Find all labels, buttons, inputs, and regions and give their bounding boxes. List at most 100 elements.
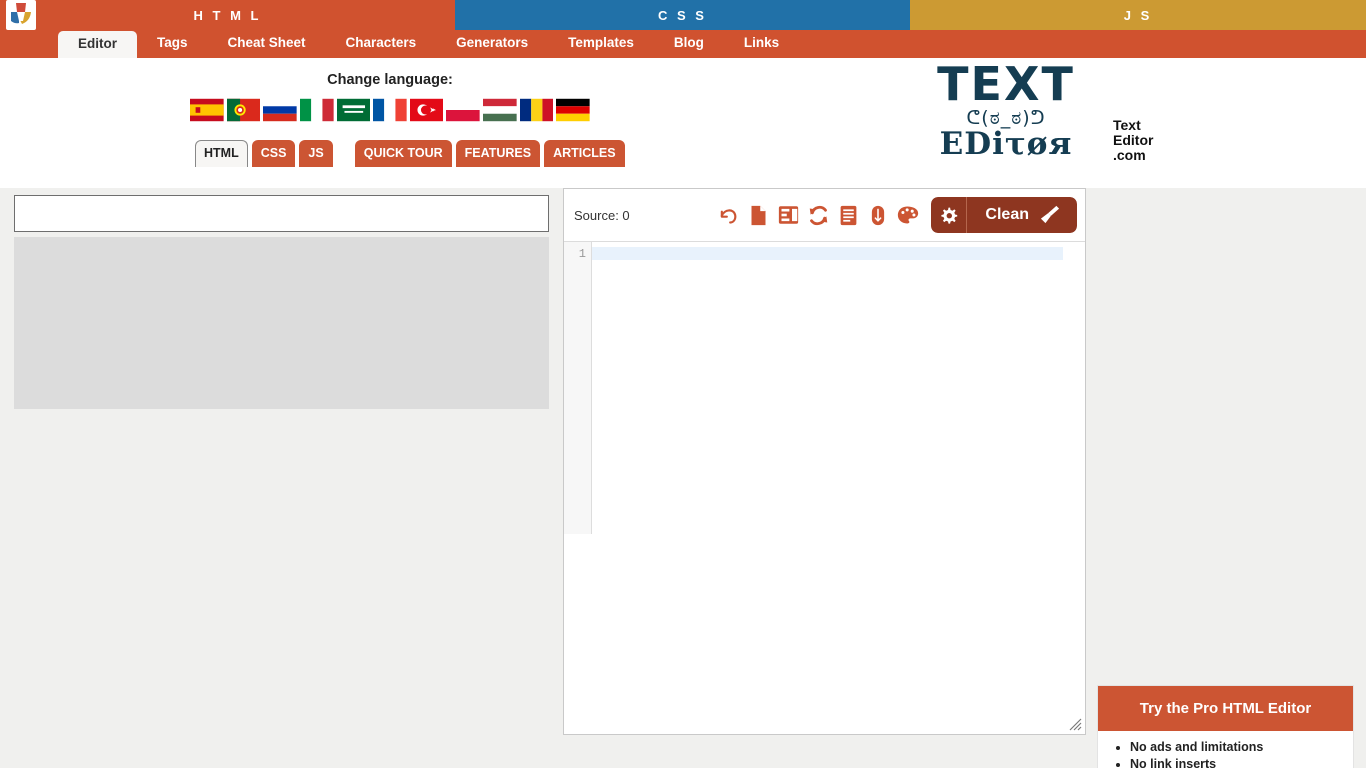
clipboard-list-icon[interactable] xyxy=(837,203,859,227)
flag-hungary[interactable] xyxy=(483,98,517,122)
top-color-bar: H T M L C S S J S xyxy=(0,0,1366,30)
clean-button[interactable]: Clean xyxy=(967,197,1077,233)
ad-feature-list: No ads and limitations No link inserts M… xyxy=(1098,731,1353,768)
pro-editor-ad: Try the Pro HTML Editor No ads and limit… xyxy=(1097,685,1354,768)
preview-render-area[interactable] xyxy=(14,237,549,409)
logo-sidetext-line2: Editor xyxy=(1113,132,1154,148)
nav-label-cheat-sheet: Cheat Sheet xyxy=(227,35,306,50)
tab-quick-tour-label: QUICK TOUR xyxy=(363,146,443,160)
topbar-segment-js[interactable]: J S xyxy=(910,0,1366,30)
nav-item-cheat-sheet[interactable]: Cheat Sheet xyxy=(208,30,326,58)
flag-italy[interactable] xyxy=(299,98,334,122)
active-line-highlight xyxy=(592,247,1063,260)
tab-js[interactable]: JS xyxy=(299,140,333,167)
gear-icon[interactable] xyxy=(931,197,968,233)
clipboard-glyph xyxy=(840,205,857,225)
code-editor-area[interactable]: 1 xyxy=(564,242,1085,534)
tab-articles[interactable]: ARTICLES xyxy=(544,140,625,167)
nav-item-tags[interactable]: Tags xyxy=(137,30,208,58)
ad-bullet-2-label: No link inserts xyxy=(1130,757,1217,768)
tab-features[interactable]: FEATURES xyxy=(455,140,541,167)
nav-item-characters[interactable]: Characters xyxy=(326,30,437,58)
logo-sidetext: Text Editor .com xyxy=(1113,118,1153,163)
ad-bullet-1: No ads and limitations xyxy=(1130,739,1343,756)
ad-bullet-2: No link inserts xyxy=(1130,756,1343,768)
gear-glyph xyxy=(941,207,958,224)
nav-label-blog: Blog xyxy=(673,35,704,50)
source-counter: Source: 0 xyxy=(574,207,630,223)
new-document-icon[interactable] xyxy=(747,203,769,227)
nav-label-links: Links xyxy=(743,35,780,50)
flag-poland[interactable] xyxy=(446,98,481,122)
palette-glyph xyxy=(898,206,919,224)
document-glyph xyxy=(751,205,766,225)
flag-spain[interactable] xyxy=(189,98,224,122)
tab-features-label: FEATURES xyxy=(464,146,532,160)
language-switcher-title: Change language: xyxy=(327,72,453,88)
main-navigation: Editor Tags Cheat Sheet Characters Gener… xyxy=(0,30,1366,58)
logo-sidetext-line1: Text xyxy=(1113,117,1141,133)
flag-france[interactable] xyxy=(373,98,407,122)
nav-item-generators[interactable]: Generators xyxy=(436,30,548,58)
code-editor-resize-handle[interactable] xyxy=(1069,718,1082,731)
undo-icon[interactable] xyxy=(717,203,739,227)
refresh-icon[interactable] xyxy=(807,203,829,227)
logo-word-text: TEXT xyxy=(937,57,1075,111)
capsule-glyph xyxy=(872,205,885,225)
page-header: Change language: TEXT ᕦ(ಠ_ಠ)ᕤ EDiτøя Tex… xyxy=(0,58,1366,188)
tab-css-label: CSS xyxy=(260,146,287,160)
tab-css[interactable]: CSS xyxy=(251,140,296,167)
code-editor-toolbar: Source: 0 Clean xyxy=(564,189,1085,242)
clean-button-label: Clean xyxy=(985,206,1029,223)
undo-glyph xyxy=(720,209,737,224)
preview-column xyxy=(14,195,549,409)
language-flag-list xyxy=(189,98,591,122)
logo-kaomoji: ᕦ(ಠ_ಠ)ᕤ xyxy=(966,107,1046,129)
ad-title: Try the Pro HTML Editor xyxy=(1098,686,1353,731)
ad-bullets: No ads and limitations No link inserts M… xyxy=(1108,739,1343,768)
topbar-segment-css[interactable]: C S S xyxy=(455,0,910,30)
nav-label-templates: Templates xyxy=(568,35,634,50)
code-editor-panel: Source: 0 Clean 1 xyxy=(563,188,1086,735)
nav-item-editor[interactable]: Editor xyxy=(58,31,137,58)
flag-russia[interactable] xyxy=(263,98,297,122)
broom-icon xyxy=(1040,205,1060,224)
topbar-label-css: C S S xyxy=(658,7,707,23)
logo-sidetext-line3: .com xyxy=(1113,147,1146,163)
capsule-arrow-icon[interactable] xyxy=(867,203,889,227)
tab-html[interactable]: HTML xyxy=(195,140,248,167)
tab-articles-label: ARTICLES xyxy=(553,146,616,160)
palette-icon[interactable] xyxy=(897,203,919,227)
site-logo[interactable]: TEXT ᕦ(ಠ_ಠ)ᕤ EDiτøя xyxy=(906,60,1106,180)
flag-romania[interactable] xyxy=(519,98,554,122)
line-number-gutter: 1 xyxy=(564,242,592,534)
preview-input[interactable] xyxy=(14,195,549,232)
nav-label-tags: Tags xyxy=(157,35,188,50)
editor-box-glyph xyxy=(778,206,799,224)
tab-html-label: HTML xyxy=(204,146,239,160)
nav-item-links[interactable]: Links xyxy=(724,30,799,58)
tab-quick-tour[interactable]: QUICK TOUR xyxy=(354,140,452,167)
flag-turkey[interactable] xyxy=(409,98,444,122)
editor-box-icon[interactable] xyxy=(777,203,799,227)
topbar-label-html: H T M L xyxy=(193,7,262,23)
tab-js-label: JS xyxy=(308,146,324,160)
site-logo-icon[interactable] xyxy=(6,0,36,30)
ad-bullet-1-label: No ads and limitations xyxy=(1130,740,1264,754)
line-number: 1 xyxy=(578,247,586,261)
code-content[interactable] xyxy=(592,242,1085,534)
topbar-segment-html[interactable]: H T M L xyxy=(0,0,455,30)
nav-label-editor: Editor xyxy=(78,36,117,51)
nav-item-templates[interactable]: Templates xyxy=(548,30,654,58)
language-switcher: Change language: xyxy=(189,72,591,122)
resize-grip-glyph xyxy=(1069,718,1082,731)
flag-germany[interactable] xyxy=(556,98,591,122)
site-logo-glyph xyxy=(11,3,31,24)
nav-item-blog[interactable]: Blog xyxy=(654,30,724,58)
nav-label-generators: Generators xyxy=(456,35,529,50)
editor-tab-strip: HTML CSS JS QUICK TOUR FEATURES ARTICLES xyxy=(195,140,625,167)
workspace: Source: 0 Clean 1 Try the Pro HTML Edito… xyxy=(0,188,1366,768)
flag-portugal[interactable] xyxy=(226,98,261,122)
flag-saudi-arabia[interactable] xyxy=(336,98,371,122)
nav-label-characters: Characters xyxy=(345,35,417,50)
